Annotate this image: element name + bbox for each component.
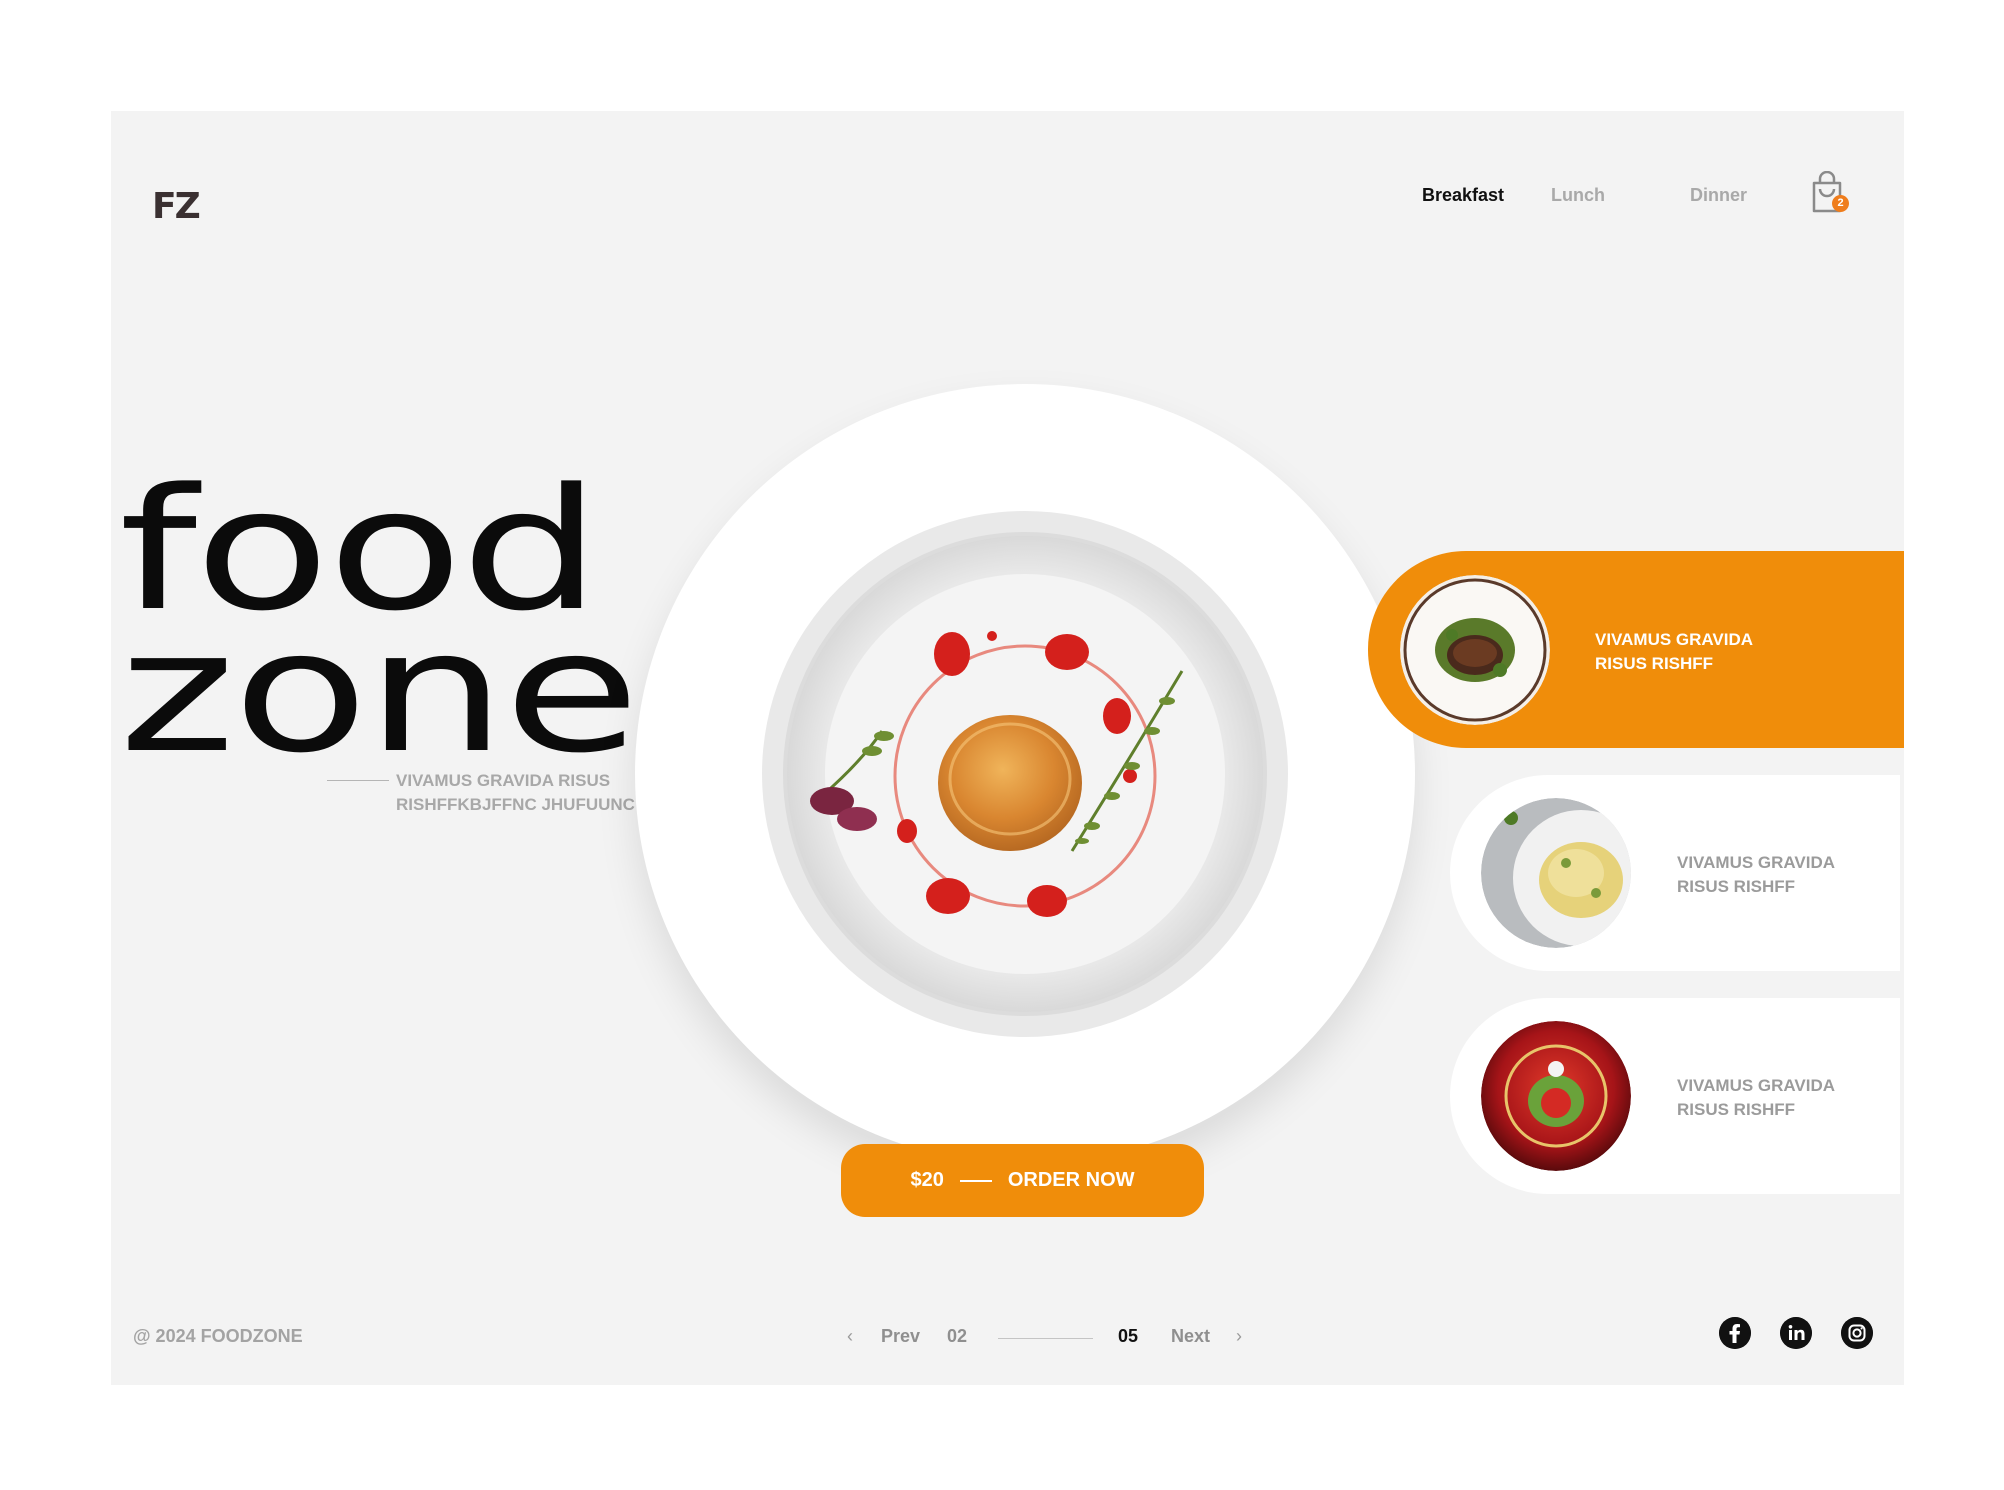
menu-card-2-line1: VIVAMUS GRAVIDA xyxy=(1677,853,1836,872)
nav-dinner[interactable]: Dinner xyxy=(1690,185,1747,206)
chevron-left-icon[interactable]: ‹ xyxy=(847,1326,853,1347)
hero-tagline-line1: VIVAMUS GRAVIDA RISUS xyxy=(396,771,611,790)
cart-count-badge: 2 xyxy=(1832,195,1849,212)
instagram-icon[interactable] xyxy=(1841,1317,1873,1349)
menu-card-2[interactable]: VIVAMUS GRAVIDA RISUS RISHFF xyxy=(1450,775,1900,971)
next-button[interactable]: Next xyxy=(1171,1326,1210,1347)
menu-card-3-line2: RISUS RISHFF xyxy=(1677,1100,1796,1119)
hero-tagline-line2: RISHFFKBJFFNC JHUFUUNC xyxy=(396,795,635,814)
menu-card-2-label: VIVAMUS GRAVIDA RISUS RISHFF xyxy=(1677,851,1897,899)
menu-card-2-line2: RISUS RISHFF xyxy=(1677,877,1796,896)
menu-card-1-line2: RISUS RISHFF xyxy=(1595,654,1714,673)
menu-card-3[interactable]: VIVAMUS GRAVIDA RISUS RISHFF xyxy=(1450,998,1900,1194)
hero-tagline: VIVAMUS GRAVIDA RISUS RISHFFKBJFFNC JHUF… xyxy=(396,769,656,817)
page-frame: FZ Breakfast Lunch Dinner 2 food zone VI… xyxy=(111,111,1904,1385)
page-progress-track xyxy=(998,1338,1093,1339)
hero-title: food zone xyxy=(119,466,640,790)
brand-logo[interactable]: FZ xyxy=(152,186,201,227)
order-price: $20 xyxy=(910,1169,944,1191)
menu-card-3-line1: VIVAMUS GRAVIDA xyxy=(1677,1076,1836,1095)
order-now-button[interactable]: $20 ORDER NOW xyxy=(841,1144,1204,1217)
menu-card-3-label: VIVAMUS GRAVIDA RISUS RISHFF xyxy=(1677,1074,1897,1122)
order-label: ORDER NOW xyxy=(1007,1169,1135,1191)
tagline-divider xyxy=(327,780,389,781)
chevron-right-icon[interactable]: › xyxy=(1236,1326,1242,1347)
footer-copyright: @ 2024 FOODZONE xyxy=(133,1326,303,1346)
nav-breakfast[interactable]: Breakfast xyxy=(1422,185,1504,206)
order-divider xyxy=(959,1179,992,1182)
linkedin-icon[interactable] xyxy=(1780,1317,1812,1349)
menu-card-1-line1: VIVAMUS GRAVIDA xyxy=(1595,630,1754,649)
hero-title-line2: zone xyxy=(119,594,640,790)
menu-card-1[interactable]: VIVAMUS GRAVIDA RISUS RISHFF xyxy=(1368,551,1904,748)
menu-card-3-image xyxy=(1481,1021,1631,1171)
menu-card-1-image xyxy=(1400,575,1550,725)
nav-lunch[interactable]: Lunch xyxy=(1551,185,1605,206)
menu-card-1-label: VIVAMUS GRAVIDA RISUS RISHFF xyxy=(1595,628,1815,676)
menu-card-2-image xyxy=(1481,798,1631,948)
page-total: 05 xyxy=(1118,1326,1139,1346)
featured-dish-image xyxy=(762,511,1288,1037)
prev-button[interactable]: Prev xyxy=(881,1326,920,1347)
facebook-icon[interactable] xyxy=(1719,1317,1751,1349)
shopping-bag-icon[interactable] xyxy=(1808,171,1854,217)
page-current: 02 xyxy=(947,1326,968,1346)
